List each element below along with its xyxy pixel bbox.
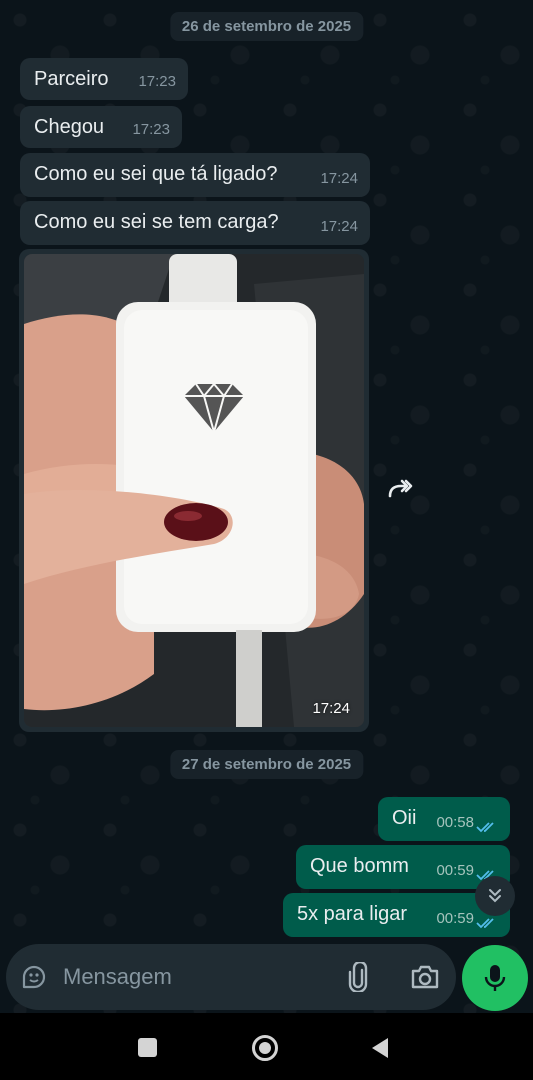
photo-illustration	[24, 254, 364, 727]
message-time: 17:23	[132, 121, 170, 138]
message-composer[interactable]: Mensagem	[6, 944, 456, 1010]
incoming-message[interactable]: Chegou 17:23	[20, 106, 182, 148]
incoming-message[interactable]: Como eu sei se tem carga? 17:24	[20, 201, 370, 245]
double-check-icon	[476, 822, 494, 833]
outgoing-message[interactable]: Oii 00:58	[378, 797, 510, 841]
date-separator: 26 de setembro de 2025	[169, 12, 364, 41]
image-time: 17:24	[312, 700, 350, 717]
message-time: 00:58	[436, 814, 474, 831]
date-separator: 27 de setembro de 2025	[169, 750, 364, 779]
message-input[interactable]: Mensagem	[63, 964, 172, 990]
photo[interactable]: 17:24	[24, 254, 364, 727]
message-time: 17:24	[320, 218, 358, 235]
incoming-message[interactable]: Parceiro 17:23	[20, 58, 188, 100]
message-time: 00:59	[436, 910, 474, 927]
microphone-icon	[484, 965, 506, 991]
message-text: Parceiro	[34, 68, 109, 90]
scroll-to-bottom-button[interactable]	[475, 876, 515, 916]
double-chevron-down-icon	[489, 889, 501, 903]
circle-icon[interactable]	[252, 1035, 278, 1061]
message-text: Oii	[392, 807, 417, 829]
camera-icon[interactable]	[410, 964, 440, 990]
incoming-message[interactable]: Como eu sei que tá ligado? 17:24	[20, 153, 370, 197]
back-triangle-icon[interactable]	[370, 1037, 390, 1059]
message-text: 5x para ligar	[297, 903, 408, 925]
paperclip-icon[interactable]	[346, 962, 370, 992]
message-time: 17:23	[138, 73, 176, 90]
message-text: Que bomm	[310, 855, 409, 877]
message-time: 00:59	[436, 862, 474, 879]
microphone-button[interactable]	[462, 945, 528, 1011]
forward-icon[interactable]	[384, 474, 416, 506]
message-text: Como eu sei se tem carga?	[34, 211, 279, 233]
square-icon[interactable]	[138, 1038, 157, 1057]
double-check-icon	[476, 918, 494, 929]
message-time: 17:24	[320, 170, 358, 187]
system-navigation-bar	[0, 1013, 533, 1080]
message-text: Chegou	[34, 116, 105, 138]
sticker-icon[interactable]	[20, 963, 48, 991]
outgoing-message[interactable]: Que bomm 00:59	[296, 845, 510, 889]
image-message[interactable]: 17:24	[19, 249, 369, 732]
message-text: Como eu sei que tá ligado?	[34, 163, 278, 185]
